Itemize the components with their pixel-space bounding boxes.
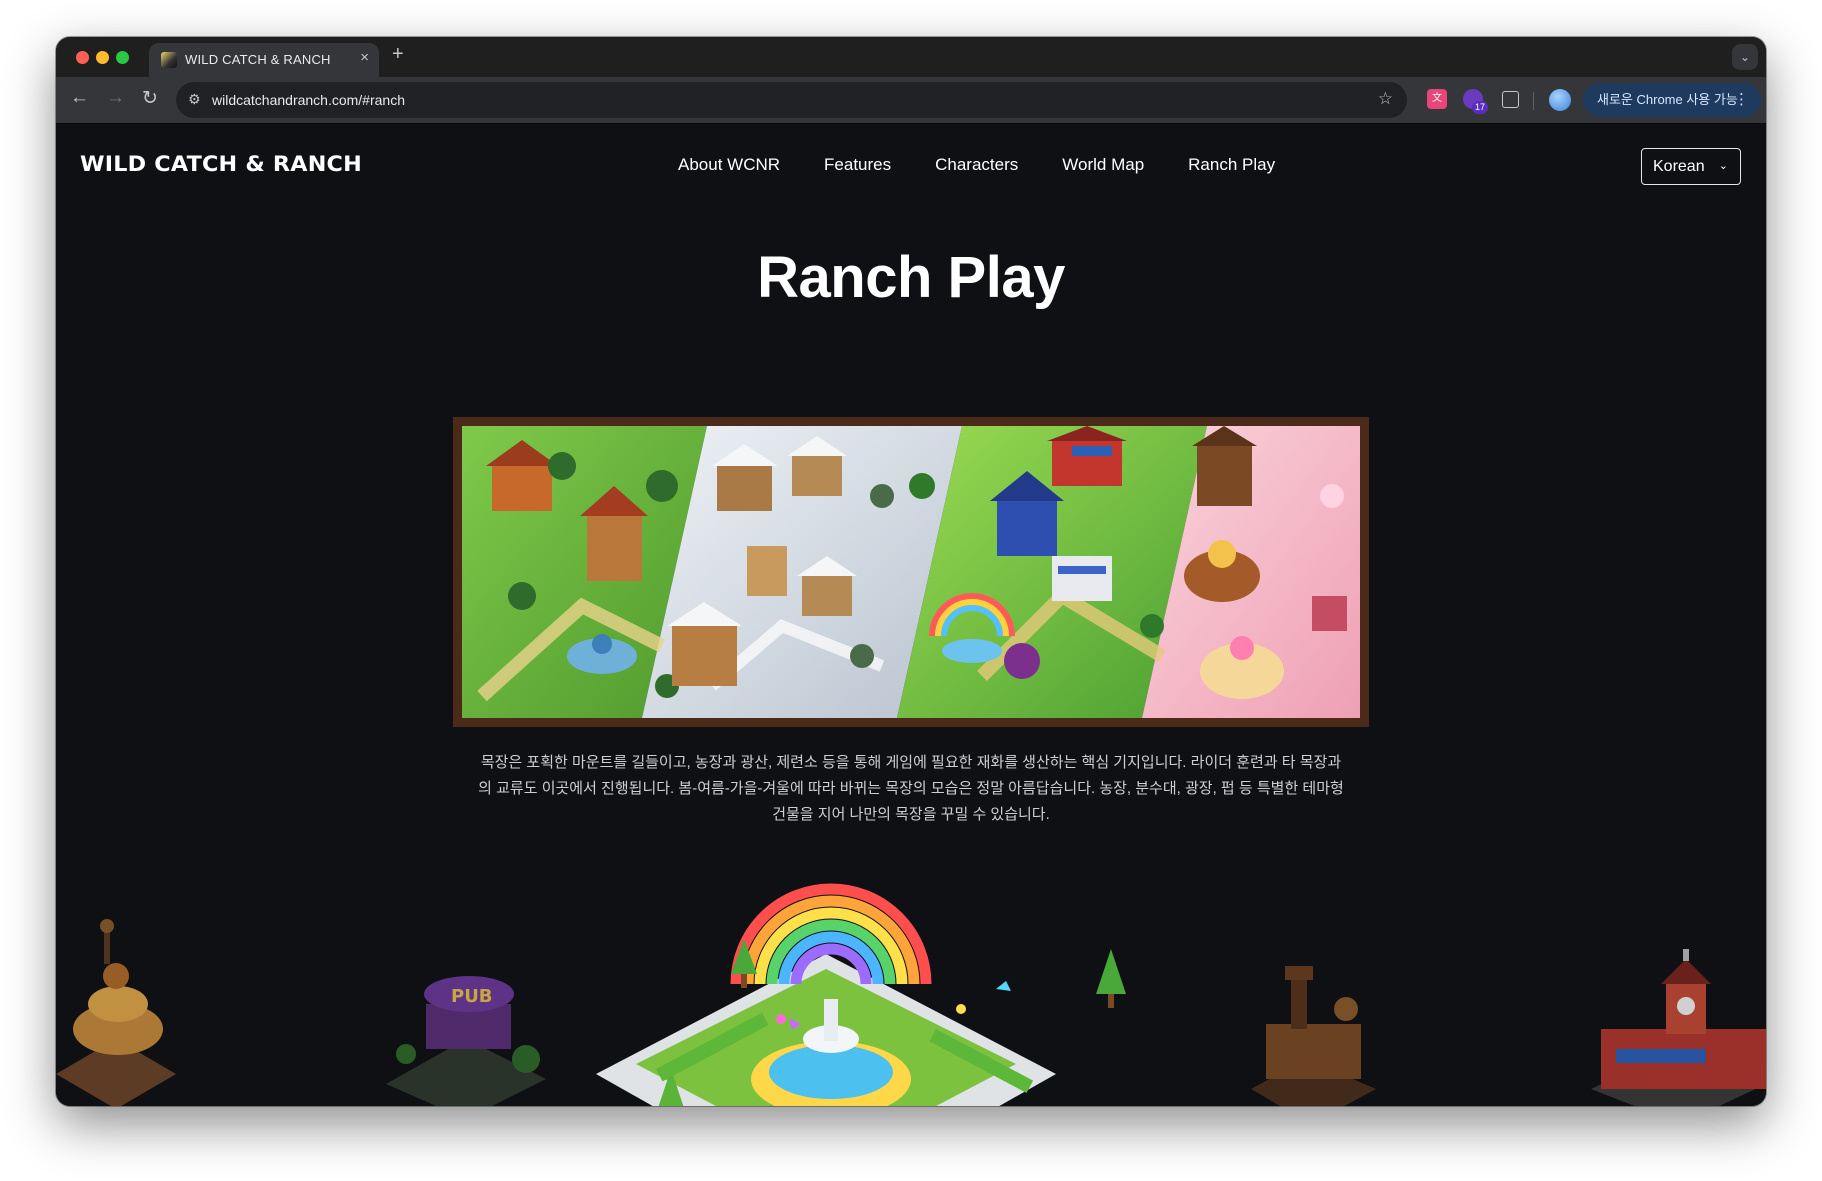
- site-settings-icon[interactable]: ⚙: [188, 91, 201, 108]
- address-bar[interactable]: ⚙ wildcatchandranch.com/#ranch ☆: [176, 82, 1407, 118]
- reload-button[interactable]: ↻: [142, 87, 158, 110]
- section-title: Ranch Play: [757, 245, 1065, 310]
- browser-tab[interactable]: WILD CATCH & RANCH ×: [149, 43, 379, 77]
- tab-close-icon[interactable]: ×: [360, 49, 369, 66]
- nav-world-map[interactable]: World Map: [1062, 155, 1144, 175]
- close-window-button[interactable]: [76, 51, 89, 64]
- chocolate-factory-building: [1251, 966, 1376, 1106]
- candy-cake-building: [56, 919, 176, 1106]
- nav-characters[interactable]: Characters: [935, 155, 1018, 175]
- site-favicon-icon: [161, 52, 177, 68]
- pub-building: PUB: [386, 976, 546, 1106]
- back-button[interactable]: ←: [70, 87, 89, 109]
- update-label: 새로운 Chrome 사용 가능: [1597, 92, 1738, 107]
- main-nav: About WCNR Features Characters World Map…: [678, 155, 1319, 175]
- extension-badge: 17: [1471, 101, 1488, 114]
- ranch-seasons-banner: [453, 417, 1369, 727]
- nav-about-wcnr[interactable]: About WCNR: [678, 155, 780, 175]
- calendar-extension-icon[interactable]: 17: [1463, 89, 1488, 114]
- site-logo[interactable]: WILD CATCH & RANCH: [80, 152, 362, 176]
- tab-title: WILD CATCH & RANCH: [185, 52, 331, 67]
- tab-search-button[interactable]: ⌄: [1732, 44, 1758, 70]
- maximize-window-button[interactable]: [116, 51, 129, 64]
- new-tab-button[interactable]: +: [392, 43, 404, 66]
- url-text[interactable]: wildcatchandranch.com/#ranch: [212, 92, 405, 108]
- language-select[interactable]: Korean ⌄: [1641, 148, 1741, 185]
- browser-window: WILD CATCH & RANCH × + ⌄ ← → ↻ ⚙ wildcat…: [56, 37, 1766, 1106]
- ranch-seasons-illustration: [462, 426, 1360, 718]
- svg-text:PUB: PUB: [451, 986, 493, 1007]
- nav-features[interactable]: Features: [824, 155, 891, 175]
- section-description: 목장은 포획한 마운트를 길들이고, 농장과 광산, 제련소 등을 통해 게임에…: [478, 754, 1344, 823]
- language-value: Korean: [1653, 158, 1705, 175]
- more-menu-icon[interactable]: ⋮: [1734, 83, 1749, 117]
- minimize-window-button[interactable]: [96, 51, 109, 64]
- toolbar-divider: [1533, 92, 1534, 110]
- nav-ranch-play[interactable]: Ranch Play: [1188, 155, 1275, 175]
- profile-avatar[interactable]: [1549, 89, 1571, 111]
- station-building: [1591, 949, 1766, 1106]
- bookmark-star-icon[interactable]: ☆: [1378, 89, 1393, 109]
- tab-strip: WILD CATCH & RANCH × + ⌄: [56, 37, 1766, 77]
- puzzle-icon[interactable]: [1502, 91, 1519, 108]
- rainbow-fountain-plaza: [596, 883, 1126, 1106]
- translate-extension-icon[interactable]: 文: [1427, 89, 1447, 109]
- web-page: WILD CATCH & RANCH About WCNR Features C…: [56, 124, 1766, 1106]
- browser-toolbar: ← → ↻ ⚙ wildcatchandranch.com/#ranch ☆ 文…: [56, 77, 1766, 124]
- chevron-down-icon: ⌄: [1718, 160, 1728, 172]
- forward-button[interactable]: →: [106, 87, 125, 109]
- chrome-update-button[interactable]: 새로운 Chrome 사용 가능 ⋮: [1583, 83, 1761, 117]
